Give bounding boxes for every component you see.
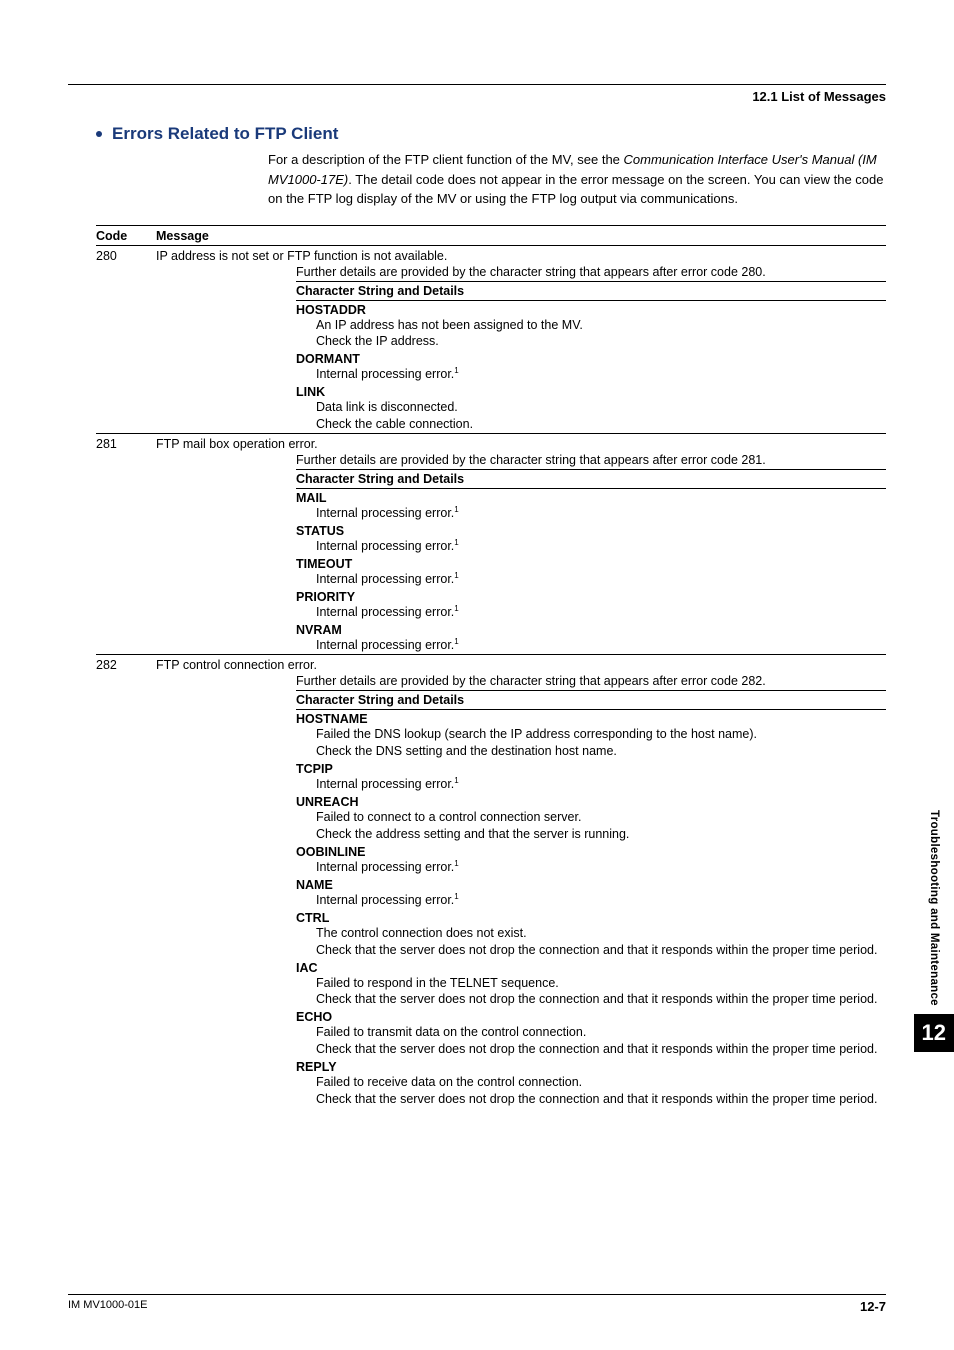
details-block: Further details are provided by the char… [296, 263, 886, 434]
string-name: HOSTNAME [296, 710, 886, 726]
string-desc: Check that the server does not drop the … [296, 1041, 886, 1058]
string-desc: Data link is disconnected. [296, 399, 886, 416]
string-name: IAC [296, 959, 886, 975]
footnote-ref: 1 [454, 571, 458, 580]
string-desc: Internal processing error.1 [296, 637, 886, 654]
footer-right: 12-7 [860, 1299, 886, 1314]
bullet-icon [96, 131, 102, 137]
string-desc: Internal processing error.1 [296, 366, 886, 383]
row-code: 281 [96, 437, 156, 451]
running-header: 12.1 List of Messages [68, 89, 886, 104]
string-desc: Failed to receive data on the control co… [296, 1074, 886, 1091]
section-title: Errors Related to FTP Client [96, 124, 886, 144]
footer-left: IM MV1000-01E [68, 1299, 147, 1314]
intro-part-2: . The detail code does not appear in the… [268, 172, 884, 207]
row-message: FTP control connection error. [156, 658, 886, 672]
side-tab-text: Troubleshooting and Maintenance [928, 810, 940, 1006]
details-block: Further details are provided by the char… [296, 672, 886, 1108]
string-desc: Failed to connect to a control connectio… [296, 809, 886, 826]
string-desc: Internal processing error.1 [296, 571, 886, 588]
footnote-ref: 1 [454, 859, 458, 868]
footnote-ref: 1 [454, 637, 458, 646]
details-intro: Further details are provided by the char… [296, 451, 886, 469]
string-desc: Internal processing error.1 [296, 776, 886, 793]
string-name: ECHO [296, 1008, 886, 1024]
string-name: HOSTADDR [296, 301, 886, 317]
footnote-ref: 1 [454, 776, 458, 785]
string-name: LINK [296, 383, 886, 399]
row-code: 280 [96, 249, 156, 263]
details-intro: Further details are provided by the char… [296, 263, 886, 281]
details-block: Further details are provided by the char… [296, 451, 886, 654]
string-name: OOBINLINE [296, 843, 886, 859]
string-desc: Check that the server does not drop the … [296, 1091, 886, 1108]
section-title-text: Errors Related to FTP Client [112, 124, 338, 143]
string-name: TIMEOUT [296, 555, 886, 571]
string-desc: Check the DNS setting and the destinatio… [296, 743, 886, 760]
string-desc: Internal processing error.1 [296, 505, 886, 522]
row-code: 282 [96, 658, 156, 672]
string-desc: Internal processing error.1 [296, 859, 886, 876]
details-intro: Further details are provided by the char… [296, 672, 886, 690]
string-desc: Internal processing error.1 [296, 892, 886, 909]
string-desc: Failed to transmit data on the control c… [296, 1024, 886, 1041]
string-name: DORMANT [296, 350, 886, 366]
string-desc: Failed to respond in the TELNET sequence… [296, 975, 886, 992]
string-desc: Internal processing error.1 [296, 604, 886, 621]
string-desc: An IP address has not been assigned to t… [296, 317, 886, 334]
string-name: TCPIP [296, 760, 886, 776]
footnote-ref: 1 [454, 604, 458, 613]
string-name: UNREACH [296, 793, 886, 809]
string-name: CTRL [296, 909, 886, 925]
table-header-row: Code Message [96, 225, 886, 246]
footnote-ref: 1 [454, 892, 458, 901]
details-header: Character String and Details [296, 469, 886, 489]
string-desc: The control connection does not exist. [296, 925, 886, 942]
footnote-ref: 1 [454, 366, 458, 375]
string-name: STATUS [296, 522, 886, 538]
table-header-code: Code [96, 229, 156, 243]
details-header: Character String and Details [296, 281, 886, 301]
side-tab: Troubleshooting and Maintenance 12 [914, 810, 954, 1052]
table-row: 281FTP mail box operation error. [96, 433, 886, 451]
side-tab-chapter: 12 [914, 1014, 954, 1052]
string-desc: Check the cable connection. [296, 416, 886, 433]
row-message: FTP mail box operation error. [156, 437, 886, 451]
details-header: Character String and Details [296, 690, 886, 710]
string-name: NVRAM [296, 621, 886, 637]
string-name: MAIL [296, 489, 886, 505]
footnote-ref: 1 [454, 538, 458, 547]
string-desc: Internal processing error.1 [296, 538, 886, 555]
string-name: NAME [296, 876, 886, 892]
string-desc: Check the IP address. [296, 333, 886, 350]
string-desc: Check that the server does not drop the … [296, 991, 886, 1008]
string-name: PRIORITY [296, 588, 886, 604]
string-desc: Failed the DNS lookup (search the IP add… [296, 726, 886, 743]
page-footer: IM MV1000-01E 12-7 [68, 1294, 886, 1314]
string-name: REPLY [296, 1058, 886, 1074]
table-row: 282FTP control connection error. [96, 654, 886, 672]
table-header-message: Message [156, 229, 886, 243]
table-row: 280IP address is not set or FTP function… [96, 246, 886, 263]
string-desc: Check that the server does not drop the … [296, 942, 886, 959]
footnote-ref: 1 [454, 505, 458, 514]
row-message: IP address is not set or FTP function is… [156, 249, 886, 263]
intro-part-1: For a description of the FTP client func… [268, 152, 624, 167]
string-desc: Check the address setting and that the s… [296, 826, 886, 843]
intro-paragraph: For a description of the FTP client func… [268, 150, 886, 209]
